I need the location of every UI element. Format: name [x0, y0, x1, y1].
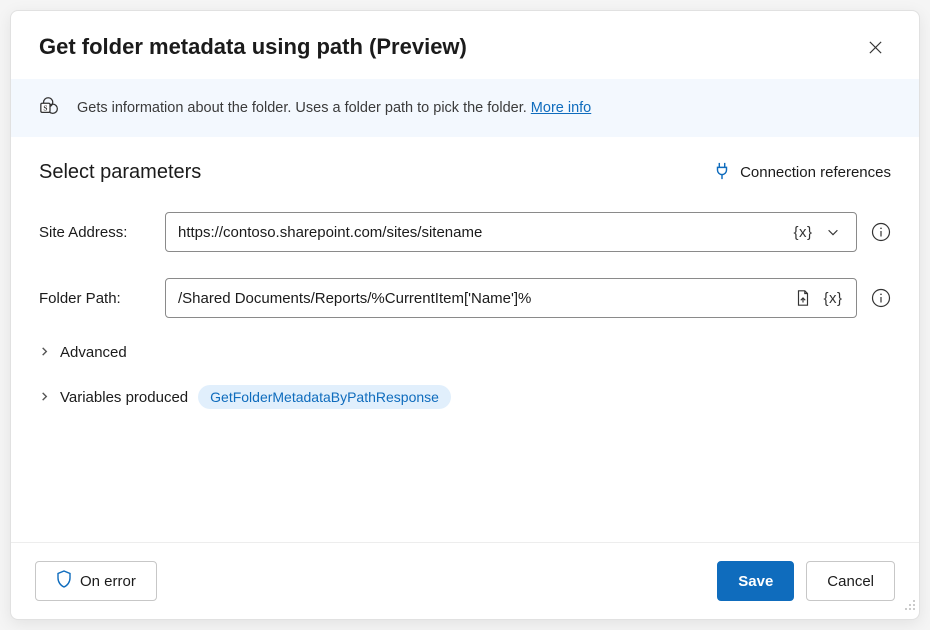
svg-text:S: S: [43, 104, 47, 113]
cancel-button[interactable]: Cancel: [806, 561, 895, 601]
plug-icon: [714, 162, 730, 184]
dialog-body: Select parameters Connection references …: [11, 137, 919, 542]
chevron-down-icon: [826, 225, 840, 239]
variable-chip[interactable]: GetFolderMetadataByPathResponse: [198, 385, 451, 409]
shield-icon: [56, 570, 72, 592]
cancel-label: Cancel: [827, 573, 874, 590]
site-address-label: Site Address:: [39, 224, 151, 241]
info-icon: [871, 288, 891, 308]
param-row-site-address: Site Address: {x}: [39, 212, 891, 252]
folder-path-input-wrap: {x}: [165, 278, 857, 318]
more-info-link[interactable]: More info: [531, 100, 591, 116]
info-banner: S Gets information about the folder. Use…: [11, 79, 919, 137]
save-label: Save: [738, 573, 773, 590]
dialog-footer: On error Save Cancel: [11, 542, 919, 619]
footer-buttons: Save Cancel: [717, 561, 895, 601]
close-icon: [868, 40, 883, 55]
site-address-input[interactable]: [178, 224, 788, 241]
chevron-right-icon: [39, 344, 50, 361]
dialog: Get folder metadata using path (Preview)…: [10, 10, 920, 620]
variable-token-button[interactable]: {x}: [788, 217, 818, 247]
chevron-right-icon: [39, 389, 50, 406]
info-icon-button[interactable]: [871, 288, 891, 308]
dialog-title: Get folder metadata using path (Preview): [39, 34, 467, 60]
on-error-button[interactable]: On error: [35, 561, 157, 601]
dropdown-button[interactable]: [818, 217, 848, 247]
site-address-input-wrap: {x}: [165, 212, 857, 252]
variables-produced-label: Variables produced: [60, 389, 188, 406]
info-icon: [871, 222, 891, 242]
file-picker-button[interactable]: [788, 283, 818, 313]
file-arrow-icon: [794, 289, 812, 307]
on-error-label: On error: [80, 573, 136, 590]
sharepoint-icon: S: [39, 95, 61, 121]
connection-references-button[interactable]: Connection references: [714, 162, 891, 184]
advanced-label: Advanced: [60, 344, 127, 361]
section-title: Select parameters: [39, 161, 201, 184]
resize-grip-icon[interactable]: [903, 598, 917, 617]
dialog-header: Get folder metadata using path (Preview): [11, 11, 919, 79]
section-header-row: Select parameters Connection references: [39, 161, 891, 184]
advanced-expander[interactable]: Advanced: [39, 344, 891, 361]
connection-references-label: Connection references: [740, 164, 891, 181]
folder-path-input[interactable]: [178, 290, 788, 307]
close-button[interactable]: [859, 31, 891, 63]
variable-token-button[interactable]: {x}: [818, 283, 848, 313]
info-banner-text: Gets information about the folder. Uses …: [77, 100, 591, 116]
variables-produced-expander[interactable]: Variables produced GetFolderMetadataByPa…: [39, 385, 891, 409]
info-icon-button[interactable]: [871, 222, 891, 242]
folder-path-label: Folder Path:: [39, 290, 151, 307]
param-row-folder-path: Folder Path: {x}: [39, 278, 891, 318]
save-button[interactable]: Save: [717, 561, 794, 601]
